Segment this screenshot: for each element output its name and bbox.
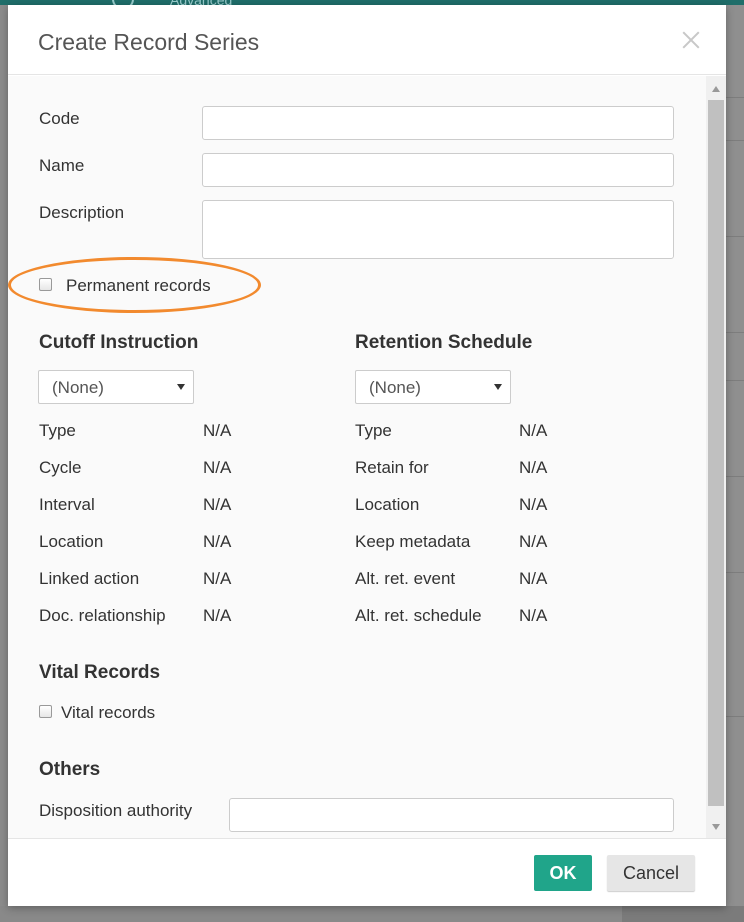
retention-row-label: Type	[355, 421, 392, 440]
dialog-title: Create Record Series	[38, 29, 260, 55]
cutoff-row-value: N/A	[203, 532, 232, 551]
retention-row-label: Retain for	[355, 458, 429, 477]
app-divider	[726, 476, 744, 477]
disposition-authority-label: Disposition authority	[39, 801, 193, 820]
dialog-footer: OK Cancel	[8, 838, 726, 906]
app-background-panel	[726, 5, 744, 922]
dialog-body: Code Name Description Permanent records …	[8, 76, 726, 838]
retention-row-label: Alt. ret. schedule	[355, 606, 482, 625]
ok-button[interactable]: OK	[534, 855, 592, 891]
cutoff-row-value: N/A	[203, 569, 232, 588]
permanent-records-checkbox[interactable]	[39, 278, 52, 291]
vital-records-checkbox[interactable]	[39, 705, 52, 718]
app-divider	[726, 332, 744, 333]
cutoff-row-label: Location	[39, 532, 104, 551]
retention-row-value: N/A	[519, 532, 548, 551]
app-divider	[726, 572, 744, 573]
cutoff-instruction-select[interactable]: (None)	[38, 370, 194, 404]
retention-row-value: N/A	[519, 421, 548, 440]
cutoff-selected-value: (None)	[52, 378, 104, 397]
app-divider	[726, 716, 744, 717]
name-input[interactable]	[202, 153, 674, 187]
chevron-down-icon	[177, 384, 185, 390]
name-label: Name	[39, 156, 85, 175]
cutoff-row-value: N/A	[203, 421, 232, 440]
app-divider	[726, 236, 744, 237]
cutoff-row-label: Interval	[39, 495, 95, 514]
app-divider	[726, 97, 744, 98]
app-background-corner	[622, 906, 744, 922]
vital-records-label: Vital records	[61, 703, 156, 722]
cutoff-row-value: N/A	[203, 606, 232, 625]
retention-row-label: Alt. ret. event	[355, 569, 456, 588]
retention-row-value: N/A	[519, 606, 548, 625]
description-textarea[interactable]	[202, 200, 674, 259]
others-title: Others	[39, 759, 101, 780]
retention-schedule-select[interactable]: (None)	[355, 370, 511, 404]
scroll-up-icon[interactable]	[712, 86, 720, 92]
code-label: Code	[39, 109, 80, 128]
code-input[interactable]	[202, 106, 674, 140]
cutoff-row-label: Doc. relationship	[39, 606, 166, 625]
scroll-down-icon[interactable]	[712, 824, 720, 830]
cancel-button[interactable]: Cancel	[607, 855, 695, 891]
permanent-records-label: Permanent records	[66, 276, 211, 295]
cutoff-row-label: Cycle	[39, 458, 82, 477]
description-label: Description	[39, 203, 125, 222]
create-record-series-dialog: Create Record Series Code Name Descripti…	[8, 5, 726, 906]
disposition-authority-input[interactable]	[229, 798, 674, 832]
dialog-header: Create Record Series	[8, 5, 726, 75]
retention-row-value: N/A	[519, 458, 548, 477]
dialog-scrollbar[interactable]	[706, 76, 726, 838]
cutoff-row-label: Type	[39, 421, 76, 440]
retention-row-value: N/A	[519, 495, 548, 514]
cutoff-row-value: N/A	[203, 458, 232, 477]
app-divider	[726, 380, 744, 381]
cutoff-row-value: N/A	[203, 495, 232, 514]
app-background-bottom	[0, 906, 622, 922]
chevron-down-icon	[494, 384, 502, 390]
retention-row-label: Location	[355, 495, 420, 514]
cutoff-row-label: Linked action	[39, 569, 140, 588]
cutoff-instruction-title: Cutoff Instruction	[39, 332, 199, 353]
close-icon[interactable]	[678, 27, 704, 53]
scrollbar-thumb[interactable]	[708, 100, 724, 806]
retention-schedule-title: Retention Schedule	[355, 332, 533, 353]
retention-selected-value: (None)	[369, 378, 421, 397]
app-divider	[726, 140, 744, 141]
retention-row-label: Keep metadata	[355, 532, 471, 551]
vital-records-title: Vital Records	[39, 662, 161, 683]
retention-row-value: N/A	[519, 569, 548, 588]
